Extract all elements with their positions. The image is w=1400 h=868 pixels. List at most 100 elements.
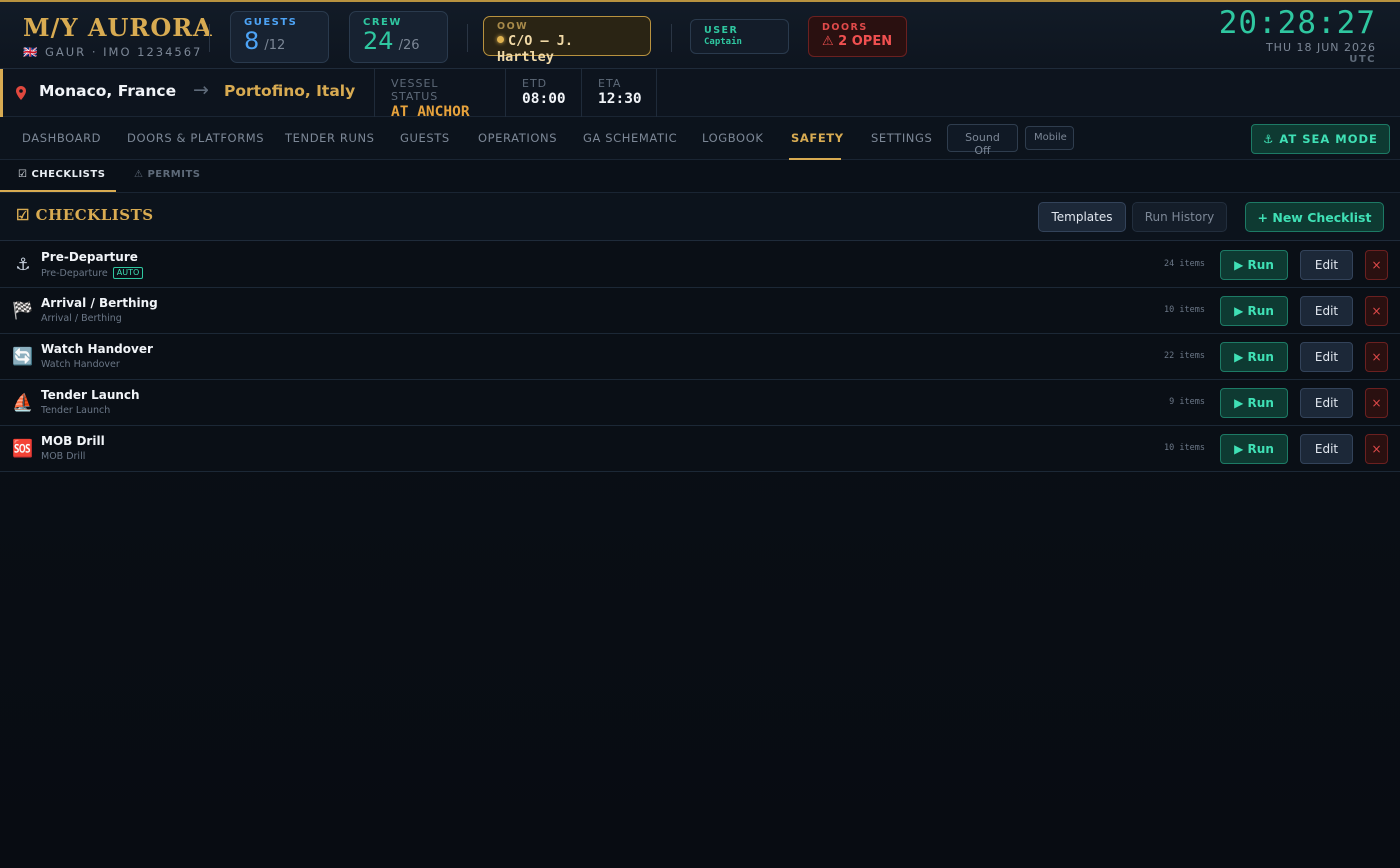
- list-item[interactable]: 🏁 Arrival / Berthing Arrival / Berthing …: [0, 288, 1400, 334]
- doors-open-count: ⚠ 2 OPEN: [822, 34, 893, 49]
- item-count: 10 items: [1164, 305, 1205, 315]
- checklist-category: MOB Drill: [41, 451, 86, 462]
- nav-safety[interactable]: SAFETY: [791, 131, 844, 145]
- etd-value: 08:00: [522, 91, 566, 107]
- route-accent: [0, 69, 3, 117]
- checklist-subtitle: Tender Launch: [41, 405, 110, 416]
- run-history-button[interactable]: Run History: [1132, 202, 1227, 232]
- item-count: 9 items: [1169, 397, 1205, 407]
- new-checklist-button[interactable]: + New Checklist: [1245, 202, 1384, 232]
- run-button[interactable]: ▶ Run: [1220, 296, 1288, 326]
- mobile-button[interactable]: Mobile: [1025, 126, 1074, 150]
- top-bar: M/Y AURORA 🇬🇧 GAUR · IMO 1234567 GUESTS …: [0, 0, 1400, 69]
- sailboat-icon: ⛵: [12, 393, 34, 413]
- crew-total: /26: [398, 38, 420, 53]
- clock-time: 20:28:27: [1218, 5, 1376, 41]
- route-destination: Portofino, Italy: [224, 82, 356, 100]
- nav-logbook[interactable]: LOGBOOK: [702, 131, 764, 145]
- edit-button[interactable]: Edit: [1300, 296, 1353, 326]
- nav-doors-platforms[interactable]: DOORS & PLATFORMS: [127, 131, 264, 145]
- etd-label: ETD: [522, 77, 548, 90]
- vessel-status: VESSEL STATUS AT ANCHOR: [374, 69, 505, 120]
- checklist-category: Watch Handover: [41, 359, 120, 370]
- delete-button[interactable]: ×: [1365, 250, 1388, 280]
- arrow-right-icon: →: [193, 79, 209, 101]
- guests-count: 8: [244, 27, 260, 55]
- subtab-checklists[interactable]: ☑ CHECKLISTS: [18, 169, 105, 180]
- active-subtab-indicator: [0, 190, 116, 192]
- list-item[interactable]: ⛵ Tender Launch Tender Launch 9 items ▶ …: [0, 380, 1400, 426]
- divider: [209, 24, 210, 52]
- eta-value: 12:30: [598, 91, 642, 107]
- delete-button[interactable]: ×: [1365, 434, 1388, 464]
- oow-label: OOW: [497, 21, 529, 32]
- list-item[interactable]: 🔄 Watch Handover Watch Handover 22 items…: [0, 334, 1400, 380]
- doors-label: DOORS: [822, 22, 868, 33]
- vessel-name: M/Y AURORA: [23, 13, 213, 42]
- checklist-name: Tender Launch: [41, 388, 140, 402]
- guests-stat[interactable]: GUESTS 8 /12: [230, 11, 329, 63]
- delete-button[interactable]: ×: [1365, 296, 1388, 326]
- user-badge[interactable]: USER Captain: [690, 19, 789, 54]
- edit-button[interactable]: Edit: [1300, 434, 1353, 464]
- officer-of-watch[interactable]: OOW C/O — J. Hartley: [483, 16, 651, 65]
- run-button[interactable]: ▶ Run: [1220, 388, 1288, 418]
- guests-total: /12: [264, 38, 286, 53]
- checklist-category: Pre-Departure: [41, 268, 108, 279]
- nav-ga-schematic[interactable]: GA SCHEMATIC: [583, 131, 677, 145]
- checklist-name: Pre-Departure: [41, 250, 138, 264]
- edit-button[interactable]: Edit: [1300, 388, 1353, 418]
- run-button[interactable]: ▶ Run: [1220, 434, 1288, 464]
- oow-value: C/O — J. Hartley: [497, 33, 574, 65]
- nav-tender-runs[interactable]: TENDER RUNS: [285, 131, 375, 145]
- nav-settings[interactable]: SETTINGS: [871, 131, 932, 145]
- crew-stat[interactable]: CREW 24 /26: [349, 11, 448, 63]
- panel-title: ☑ CHECKLISTS: [16, 206, 154, 224]
- checklist-category: Tender Launch: [41, 405, 111, 416]
- checklist-list: ⚓ Pre-Departure Pre-Departure AUTO 24 ite…: [0, 242, 1400, 472]
- doors-alert[interactable]: DOORS ⚠ 2 OPEN: [808, 16, 907, 57]
- user-label: USER: [704, 25, 739, 36]
- nav-dashboard[interactable]: DASHBOARD: [22, 131, 101, 145]
- item-count: 10 items: [1164, 443, 1205, 453]
- vessel-brand: M/Y AURORA 🇬🇧 GAUR · IMO 1234567: [23, 13, 213, 59]
- checklist-name: Watch Handover: [41, 342, 153, 356]
- etd: ETD 08:00: [505, 69, 581, 117]
- vessel-status-label: VESSEL STATUS: [391, 77, 439, 103]
- sound-toggle-button[interactable]: Sound Off: [947, 124, 1018, 157]
- checklist-name: MOB Drill: [41, 434, 105, 448]
- divider: [467, 24, 468, 52]
- templates-button[interactable]: Templates: [1038, 202, 1126, 232]
- delete-button[interactable]: ×: [1365, 388, 1388, 418]
- cycle-arrows-icon: 🔄: [12, 347, 34, 367]
- list-item[interactable]: 🆘 MOB Drill MOB Drill 10 items ▶ Run Edi…: [0, 426, 1400, 472]
- user-role: Captain: [704, 37, 742, 47]
- uk-flag-icon: 🇬🇧: [23, 45, 40, 59]
- subtab-permits[interactable]: ⚠ PERMITS: [134, 169, 201, 180]
- eta: ETA 12:30: [581, 69, 657, 117]
- route-origin: Monaco, France: [39, 82, 177, 100]
- edit-button[interactable]: Edit: [1300, 342, 1353, 372]
- list-item[interactable]: ⚓ Pre-Departure Pre-Departure AUTO 24 ite…: [0, 242, 1400, 288]
- checkered-flag-icon: 🏁: [12, 301, 34, 321]
- checklists-header: ☑ CHECKLISTS Templates Run History + New…: [0, 193, 1400, 241]
- checklist-subtitle: MOB Drill: [41, 451, 85, 462]
- crew-count: 24: [363, 27, 394, 55]
- nav-guests[interactable]: GUESTS: [400, 131, 450, 145]
- at-sea-mode-button[interactable]: ⚓ AT SEA MODE: [1251, 124, 1390, 154]
- run-button[interactable]: ▶ Run: [1220, 250, 1288, 280]
- run-button[interactable]: ▶ Run: [1220, 342, 1288, 372]
- sos-icon: 🆘: [12, 439, 34, 459]
- divider: [671, 24, 672, 52]
- checklist-subtitle: Arrival / Berthing: [41, 313, 122, 324]
- anchor-icon: ⚓: [15, 255, 31, 275]
- checklist-name: Arrival / Berthing: [41, 296, 158, 310]
- location-pin-icon: [16, 86, 26, 100]
- delete-button[interactable]: ×: [1365, 342, 1388, 372]
- vessel-registry: GAUR · IMO 1234567: [44, 45, 203, 59]
- main-nav: DASHBOARD DOORS & PLATFORMS TENDER RUNS …: [0, 117, 1400, 160]
- nav-operations[interactable]: OPERATIONS: [478, 131, 557, 145]
- checklist-subtitle: Pre-Departure AUTO: [41, 267, 144, 279]
- eta-label: ETA: [598, 77, 622, 90]
- edit-button[interactable]: Edit: [1300, 250, 1353, 280]
